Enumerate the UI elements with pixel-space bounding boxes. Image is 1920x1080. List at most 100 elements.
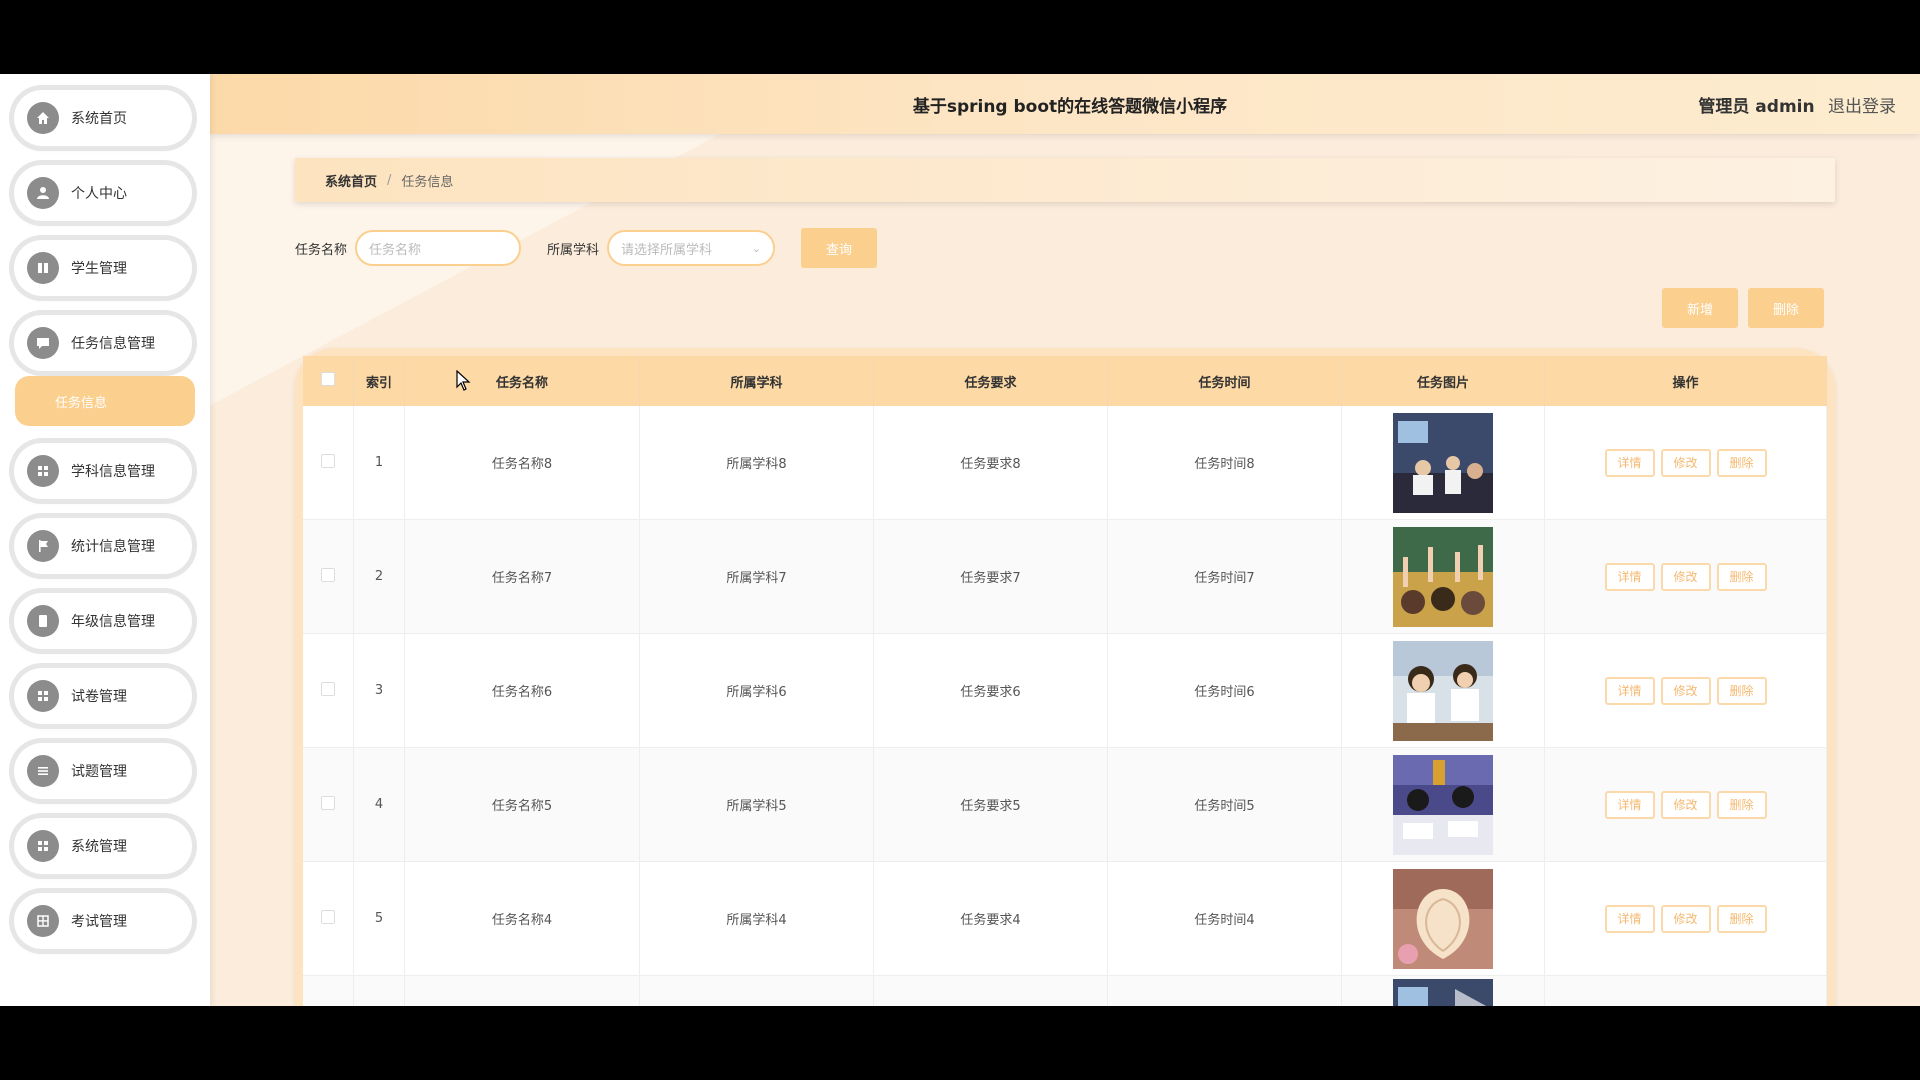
subject-select[interactable]: 请选择所属学科 ⌄	[607, 230, 776, 266]
cell-image	[1341, 633, 1545, 748]
sidebar-item-home[interactable]: 系统首页	[14, 90, 192, 146]
task-image	[1393, 412, 1493, 513]
cell-subject: 所属学科4	[639, 861, 874, 976]
sidebar-item-students[interactable]: 学生管理	[14, 240, 192, 296]
sidebar-item-label: 考试管理	[71, 914, 127, 930]
delete-button[interactable]: 删除	[1716, 562, 1767, 591]
chevron-down-icon: ⌄	[751, 241, 762, 255]
header-index: 索引	[353, 356, 405, 406]
sidebar-item-papers[interactable]: 试卷管理	[14, 668, 192, 724]
row-select-cell	[303, 519, 354, 634]
chat-icon	[27, 327, 59, 359]
edit-button[interactable]: 修改	[1660, 790, 1711, 819]
cell-time: 任务时间7	[1107, 519, 1342, 634]
edit-button[interactable]: 修改	[1660, 676, 1711, 705]
header-operations: 操作	[1544, 356, 1827, 406]
cell-time: 任务时间8	[1107, 406, 1342, 520]
task-name-placeholder: 任务名称	[369, 242, 422, 258]
row-checkbox[interactable]	[321, 453, 335, 468]
row-select-cell	[303, 747, 354, 862]
cell-requirement: 任务要求7	[873, 519, 1108, 634]
cell-operations: 详情 修改 删除	[1544, 633, 1827, 748]
user-icon	[27, 177, 59, 209]
cell-time: 任务时间4	[1107, 861, 1342, 976]
row-checkbox[interactable]	[321, 567, 335, 582]
row-select-cell	[303, 861, 354, 976]
sidebar-item-statistics[interactable]: 统计信息管理	[14, 518, 192, 574]
mouse-cursor-icon	[456, 370, 471, 391]
row-checkbox[interactable]	[321, 681, 335, 696]
delete-button[interactable]: 删除	[1716, 904, 1767, 933]
logout-link[interactable]: 退出登录	[1828, 97, 1896, 117]
cell-index: 1	[353, 406, 405, 520]
task-image	[1393, 526, 1493, 627]
home-icon	[27, 102, 59, 134]
header-time: 任务时间	[1107, 356, 1342, 406]
detail-button[interactable]: 详情	[1604, 790, 1655, 819]
cell-image	[1341, 519, 1545, 634]
delete-button[interactable]: 删除	[1716, 790, 1767, 819]
sidebar-item-questions[interactable]: 试题管理	[14, 743, 192, 799]
add-button[interactable]: 新增	[1662, 288, 1738, 328]
row-checkbox[interactable]	[321, 795, 335, 810]
edit-button[interactable]: 修改	[1660, 562, 1711, 591]
row-checkbox[interactable]	[321, 909, 335, 924]
row-select-cell	[303, 975, 354, 1006]
sidebar-subitem-task-info[interactable]: 任务信息	[15, 376, 195, 426]
task-name-input[interactable]: 任务名称	[355, 230, 522, 266]
delete-button[interactable]: 删除	[1716, 448, 1767, 477]
user-area: 管理员 admin 退出登录	[1698, 92, 1896, 117]
detail-button[interactable]: 详情	[1604, 676, 1655, 705]
task-image	[1393, 640, 1493, 741]
table-icon	[27, 905, 59, 937]
flag-icon	[27, 530, 59, 562]
grid-icon	[27, 680, 59, 712]
edit-button[interactable]: 修改	[1660, 448, 1711, 477]
cell-subject: 所属学科8	[639, 406, 874, 520]
table-row: 3 任务名称6 所属学科6 任务要求6 任务时间6 详情 修改 删除	[303, 633, 1827, 748]
sidebar-item-label: 统计信息管理	[71, 539, 155, 555]
header-image: 任务图片	[1341, 356, 1545, 406]
sidebar-item-grades[interactable]: 年级信息管理	[14, 593, 192, 649]
sidebar: 系统首页 个人中心 学生管理 任务信息管理 任务信息 学科信息管理 统计信息管理…	[0, 74, 210, 1006]
sidebar-item-profile[interactable]: 个人中心	[14, 165, 192, 221]
cell-task-name	[404, 975, 640, 1006]
cell-time	[1107, 975, 1342, 1006]
detail-button[interactable]: 详情	[1604, 562, 1655, 591]
cell-image	[1341, 861, 1545, 976]
sliders-icon	[27, 755, 59, 787]
cell-operations: 详情 修改 删除	[1544, 861, 1827, 976]
batch-delete-button[interactable]: 删除	[1748, 288, 1824, 328]
table-row: 5 任务名称4 所属学科4 任务要求4 任务时间4 详情 修改 删除	[303, 861, 1827, 976]
sidebar-item-tasks[interactable]: 任务信息管理	[14, 315, 192, 371]
book-icon	[27, 252, 59, 284]
breadcrumb-home[interactable]: 系统首页	[325, 171, 377, 190]
top-bar: 基于spring boot的在线答题微信小程序 管理员 admin 退出登录	[210, 74, 1920, 134]
cell-index	[353, 975, 405, 1006]
detail-button[interactable]: 详情	[1604, 904, 1655, 933]
cell-requirement	[873, 975, 1108, 1006]
detail-button[interactable]: 详情	[1604, 448, 1655, 477]
app-title: 基于spring boot的在线答题微信小程序	[912, 97, 1228, 117]
play-watermark-icon	[1455, 989, 1487, 1006]
table-header-row: 索引 任务名称 所属学科 任务要求 任务时间 任务图片 操作	[303, 356, 1827, 406]
breadcrumb-separator: /	[387, 172, 392, 188]
cell-index: 5	[353, 861, 405, 976]
subject-placeholder: 请选择所属学科	[621, 242, 713, 258]
edit-button[interactable]: 修改	[1660, 904, 1711, 933]
table-row: 4 任务名称5 所属学科5 任务要求5 任务时间5 详情 修改 删除	[303, 747, 1827, 862]
cell-time: 任务时间5	[1107, 747, 1342, 862]
cell-time: 任务时间6	[1107, 633, 1342, 748]
sidebar-item-exams[interactable]: 考试管理	[14, 893, 192, 949]
cell-task-name: 任务名称4	[404, 861, 640, 976]
sidebar-item-subjects[interactable]: 学科信息管理	[14, 443, 192, 499]
cell-operations	[1544, 975, 1827, 1006]
table-row-partial	[303, 975, 1827, 1006]
cell-subject: 所属学科7	[639, 519, 874, 634]
query-button[interactable]: 查询	[801, 228, 878, 268]
delete-button[interactable]: 删除	[1716, 676, 1767, 705]
sidebar-item-system[interactable]: 系统管理	[14, 818, 192, 874]
sidebar-item-label: 个人中心	[71, 186, 127, 202]
select-all-checkbox[interactable]	[321, 372, 335, 386]
header-task-name: 任务名称	[404, 356, 640, 406]
